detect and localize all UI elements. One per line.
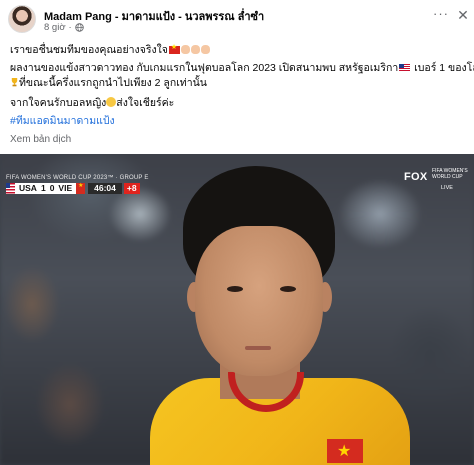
see-translation-link[interactable]: Xem bản dịch [10,134,71,145]
author-avatar[interactable] [8,5,36,33]
post-text: จากใจคนรักบอลหญิง [10,97,107,109]
clapping-hands-icon [200,45,210,54]
clapping-hands-icon [180,45,190,54]
team2-score: 0 [49,183,55,193]
video-player[interactable]: FIFA WOMEN'S WORLD CUP 2023™ · GROUP E U… [0,154,474,465]
clapping-hands-icon [190,45,200,54]
post-text: ที่ขณะนี้ครึ่งแรกถูกนำไปเพียง 2 ลูกเท่าน… [19,77,207,89]
post-text-line: เราขอชื่นชมทีมของคุณอย่างจริงใจ [10,41,210,58]
post-text-line: จากใจคนรักบอลหญิง ส่งใจเชียร์ค่ะ [10,94,174,111]
us-flag-icon [399,64,411,72]
smiling-face-icon [106,97,117,107]
more-options-icon[interactable]: ··· [432,7,450,23]
post-text: ส่งใจเชียร์ค่ะ [116,97,175,109]
added-time: +8 [123,183,140,194]
match-clock: 46:04 [88,183,122,194]
team2-name: VIE [58,183,73,193]
jersey-flag-icon [327,439,363,463]
player-eye [280,286,296,292]
score-panel: USA 1 0 VIE [15,183,77,194]
post-text: เราขอชื่นชมทีมของคุณอย่างจริงใจ [10,44,168,56]
us-flag-icon [6,183,15,194]
broadcaster-logo: FOX [404,171,428,183]
post-text-line: ที่ขณะนี้ครึ่งแรกถูกนำไปเพียง 2 ลูกเท่าน… [10,74,207,91]
trophy-icon [11,77,18,87]
post-meta: 8 giờ · [44,22,84,33]
tournament-badge: FIFA WOMEN'S WORLD CUP [432,168,468,180]
team1-name: USA [19,183,37,193]
facebook-post: Madam Pang - มาดามแป้ง - นวลพรรณ ล่ำซำ 8… [0,0,474,465]
globe-icon [74,23,84,32]
post-text: เบอร์ 1 ของโลก [414,62,474,74]
team1-score: 1 [40,183,46,193]
hashtag-link[interactable]: #ทีมแอดมินมาดามแป้ง [10,112,115,129]
player-mouth [245,346,271,350]
scoreboard: USA 1 0 VIE 46:04 +8 [6,182,140,194]
vietnam-flag-icon [168,43,180,54]
vietnam-flag-icon [76,182,86,194]
close-icon[interactable]: ✕ [456,8,470,22]
player-eye [227,286,243,292]
meta-separator: · [68,22,72,33]
player-face [195,226,323,376]
tournament-label: FIFA WOMEN'S WORLD CUP 2023™ · GROUP E [6,175,149,181]
post-text: ผลงานของแข้งสาวดาวทอง กับเกมแรกในฟุตบอลโ… [10,62,399,74]
post-time[interactable]: 8 giờ [44,22,66,33]
live-label: LIVE [441,185,453,191]
